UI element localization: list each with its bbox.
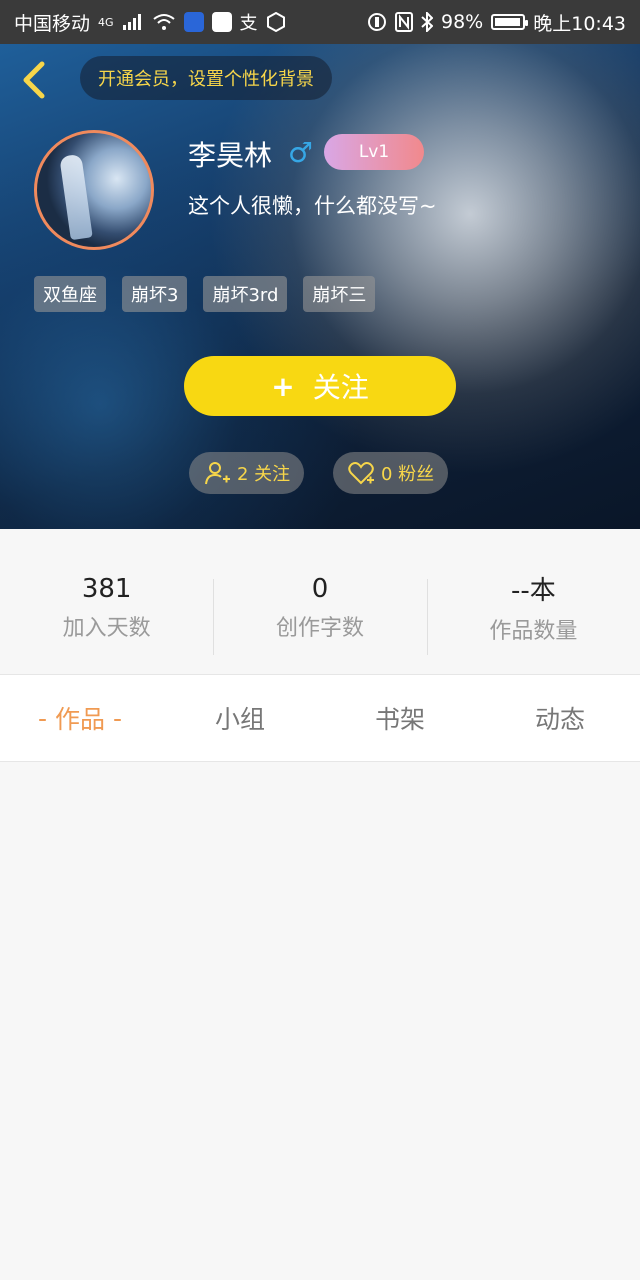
level-text: Lv1 bbox=[358, 142, 390, 162]
battery-percent: 98% bbox=[441, 11, 484, 33]
follow-button[interactable]: + 关注 bbox=[184, 356, 456, 416]
tab-works[interactable]: - 作品 - bbox=[0, 675, 160, 761]
bluetooth-icon bbox=[421, 11, 433, 33]
network-label: 4G bbox=[98, 15, 114, 29]
plus-icon: + bbox=[271, 369, 295, 403]
alipay-icon: 支 bbox=[239, 13, 258, 34]
avatar-figure bbox=[59, 153, 93, 241]
tab-label: 书架 bbox=[374, 705, 425, 734]
tab-label: 作品 bbox=[54, 705, 105, 734]
tab-content-area bbox=[0, 762, 640, 1280]
tag-item: 崩坏3 bbox=[122, 276, 188, 312]
tag-item: 双鱼座 bbox=[34, 276, 106, 312]
stat-value: 381 bbox=[81, 573, 132, 604]
user-bio: 这个人很懒，什么都没写~ bbox=[188, 194, 437, 218]
stat-label: 创作字数 bbox=[275, 615, 364, 641]
stat-label: 作品数量 bbox=[489, 619, 578, 644]
hand-icon bbox=[266, 11, 286, 33]
carrier-label: 中国移动 bbox=[14, 12, 91, 35]
heart-icon bbox=[348, 462, 374, 485]
add-user-icon bbox=[205, 462, 230, 485]
signal-icon bbox=[122, 11, 144, 33]
battery-icon bbox=[491, 14, 529, 30]
tab-bookshelf[interactable]: 书架 bbox=[320, 675, 480, 761]
tag-item: 崩坏3rd bbox=[203, 276, 288, 312]
follow-label: 关注 bbox=[312, 371, 369, 404]
following-count-pill[interactable]: 2 关注 bbox=[189, 452, 305, 494]
status-bar: 中国移动 4G 支 98% 晚上10:43 bbox=[0, 0, 640, 44]
stat-word-count: 0 创作字数 bbox=[213, 529, 426, 674]
wifi-icon bbox=[152, 11, 176, 33]
male-icon: ♂ bbox=[288, 136, 314, 169]
status-right: 98% 晚上10:43 bbox=[367, 9, 626, 36]
tab-groups[interactable]: 小组 bbox=[160, 675, 320, 761]
user-name: 李昊林 bbox=[188, 139, 273, 172]
data-saver-icon bbox=[367, 11, 387, 33]
fans-count: 0 粉丝 bbox=[381, 464, 435, 485]
bulb-notification-icon bbox=[183, 11, 204, 33]
tab-activity[interactable]: 动态 bbox=[480, 675, 640, 761]
tab-label: 动态 bbox=[534, 705, 585, 734]
tab-label: 小组 bbox=[214, 705, 265, 734]
tab-dash-left: - bbox=[37, 703, 47, 733]
avatar[interactable] bbox=[34, 130, 154, 250]
stat-value: 0 bbox=[311, 573, 329, 604]
tag-item: 崩坏三 bbox=[303, 276, 376, 312]
tab-dash-right: - bbox=[113, 703, 123, 733]
nfc-icon bbox=[395, 11, 413, 33]
stat-works-count: --本 作品数量 bbox=[426, 529, 640, 674]
battery-level-fill bbox=[495, 18, 521, 26]
stats-bar: 381 加入天数 0 创作字数 --本 作品数量 bbox=[0, 529, 640, 674]
profile-header: 开通会员，设置个性化背景 李昊林 ♂ Lv1 这个人很懒，什么都没写~ 双鱼座 … bbox=[0, 44, 640, 529]
profile-tabs: - 作品 - 小组 书架 动态 bbox=[0, 674, 640, 762]
back-button[interactable] bbox=[18, 60, 54, 100]
tag-list: 双鱼座 崩坏3 崩坏3rd 崩坏三 bbox=[34, 276, 376, 312]
stat-label: 加入天数 bbox=[62, 615, 151, 641]
status-left: 中国移动 4G 支 bbox=[14, 9, 286, 36]
clock: 晚上10:43 bbox=[533, 12, 626, 35]
mail-notification-icon bbox=[211, 11, 232, 33]
vip-background-promo[interactable]: 开通会员，设置个性化背景 bbox=[80, 56, 332, 100]
fans-count-pill[interactable]: 0 粉丝 bbox=[333, 452, 449, 494]
stat-value: --本 bbox=[510, 576, 556, 606]
level-badge: Lv1 bbox=[324, 134, 424, 170]
chevron-left-icon bbox=[23, 61, 45, 99]
following-count: 2 关注 bbox=[237, 464, 291, 485]
promo-text: 开通会员，设置个性化背景 bbox=[98, 69, 314, 90]
stat-join-days: 381 加入天数 bbox=[0, 529, 213, 674]
